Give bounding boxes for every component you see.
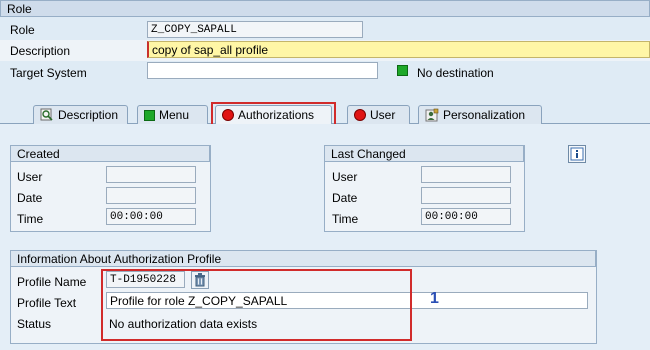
profile-info-highlight [101,269,412,341]
tab-description[interactable]: Description [33,105,128,124]
last-changed-date-label: Date [332,191,358,205]
description-field[interactable]: copy of sap_all profile [147,41,650,58]
role-field[interactable]: Z_COPY_SAPALL [147,21,363,38]
status-label: Status [17,317,52,331]
destination-status-text: No destination [417,66,494,80]
target-system-label: Target System [10,66,87,80]
magnifier-icon [40,108,53,121]
created-time-field[interactable]: 00:00:00 [106,208,196,225]
last-changed-time-label: Time [332,212,359,226]
tab-description-label: Description [58,108,119,122]
info-icon [570,147,584,161]
created-time-label: Time [17,212,44,226]
role-label: Role [10,23,35,37]
role-section-title: Role [7,2,32,16]
last-changed-title: Last Changed [331,147,406,161]
created-user-label: User [17,170,43,184]
no-destination-status-icon [397,65,408,76]
auth-profile-title: Information About Authorization Profile [17,252,222,266]
profile-name-label: Profile Name [17,275,87,289]
last-changed-group-header: Last Changed [324,145,524,162]
created-user-field[interactable] [106,166,196,183]
tab-menu[interactable]: Menu [137,105,208,124]
tab-menu-label: Menu [159,108,190,122]
role-section-header: Role [0,0,650,17]
created-title: Created [17,147,60,161]
description-label: Description [10,44,71,58]
target-system-field[interactable] [147,62,378,79]
tab-user[interactable]: User [347,105,410,124]
tab-user-label: User [370,108,396,122]
annotation-number: 1 [430,290,439,307]
green-square-icon [144,109,155,121]
tab-personalization-label: Personalization [443,108,526,122]
created-date-label: Date [17,191,43,205]
last-changed-time-field[interactable]: 00:00:00 [421,208,511,225]
person-settings-icon [425,108,439,122]
auth-profile-group-header: Information About Authorization Profile [10,250,596,267]
red-circle-icon [354,109,366,121]
created-date-field[interactable] [106,187,196,204]
info-button[interactable] [568,145,586,163]
last-changed-user-label: User [332,170,358,184]
created-group-header: Created [10,145,210,162]
tab-personalization[interactable]: Personalization [418,105,542,124]
last-changed-user-field[interactable] [421,166,511,183]
profile-text-label: Profile Text [17,296,77,310]
last-changed-date-field[interactable] [421,187,511,204]
